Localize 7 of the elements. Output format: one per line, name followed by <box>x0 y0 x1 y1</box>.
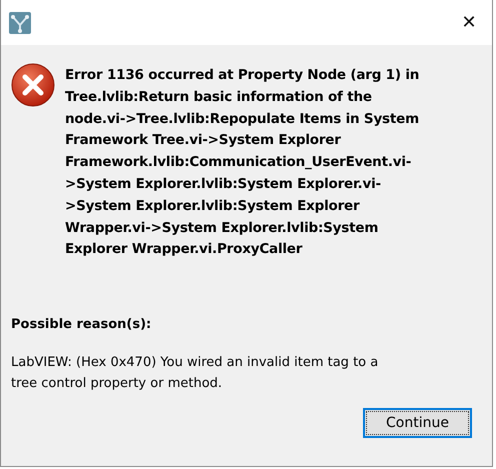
error-message: Error 1136 occurred at Property Node (arg 1) in Tree.lvlib:Return basic information of the node.vi->Tree.lvlib:Repopulate Items in System Framework Tree.vi->System Explorer Framework.lvlib:Communication_UserEvent.vi- >System Explorer.lvlib:System Explorer.vi- >System Explorer.lvlib:System Explorer Wrapper.vi->System Explorer.lvlib:System Explorer Wrapper.vi.ProxyCaller <box>65 66 420 260</box>
close-button[interactable]: ✕ <box>446 0 492 45</box>
reason-heading: Possible reason(s): <box>11 317 152 332</box>
continue-button[interactable]: Continue <box>363 408 472 438</box>
app-icon <box>9 12 31 34</box>
reason-text: LabVIEW: (Hex 0x470) You wired an invalid item tag to a tree control property or method. <box>11 354 380 394</box>
error-icon <box>11 63 55 107</box>
